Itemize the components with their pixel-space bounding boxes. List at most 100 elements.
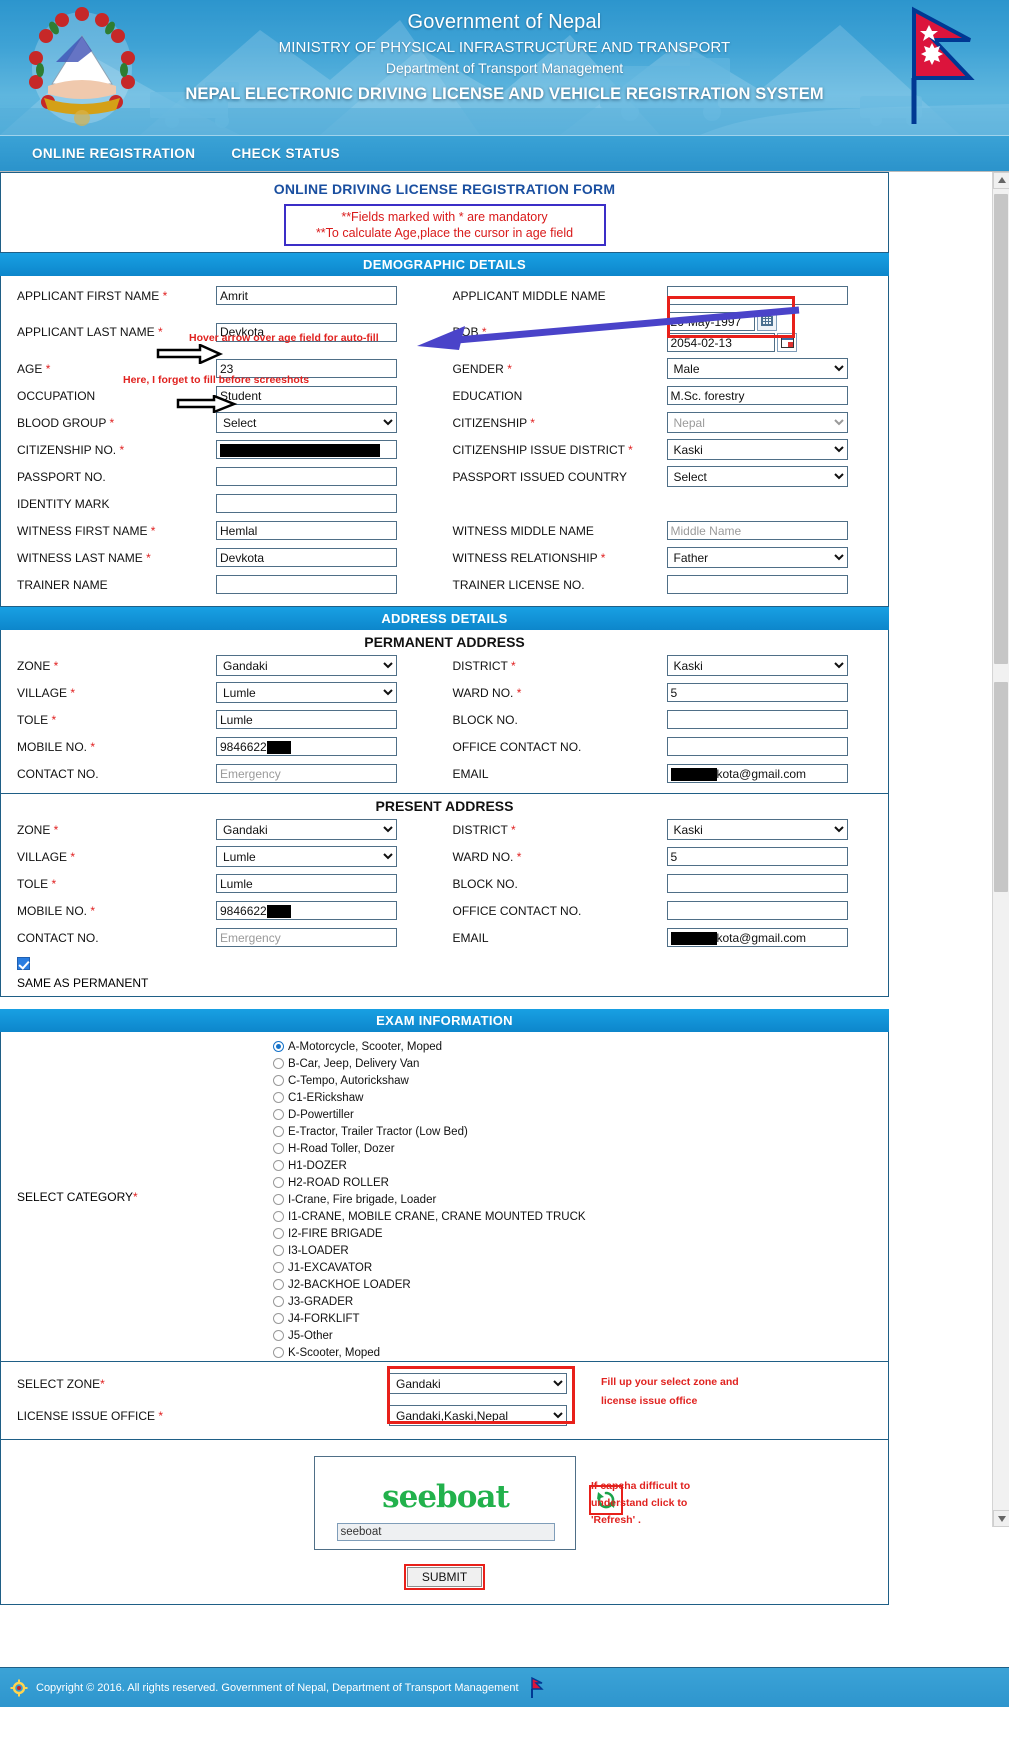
- section-header-exam: EXAM INFORMATION: [0, 1009, 889, 1032]
- category-radio-item[interactable]: I-Crane, Fire brigade, Loader: [273, 1191, 586, 1208]
- office-contact-no-input[interactable]: [666, 901, 848, 920]
- same-as-permanent-checkbox[interactable]: [17, 957, 30, 971]
- village-dropdown[interactable]: Lumle: [216, 682, 397, 703]
- applicant-first-name-input[interactable]: [216, 286, 397, 305]
- category-radio-item[interactable]: J5-Other: [273, 1327, 586, 1344]
- zone-dropdown[interactable]: Gandaki: [216, 819, 397, 840]
- district-dropdown[interactable]: Kaski: [666, 655, 848, 676]
- office-contact-no-input[interactable]: [666, 737, 848, 756]
- zone-label: ZONE *: [17, 658, 59, 673]
- ward-no-input[interactable]: [666, 683, 848, 702]
- category-radio-item[interactable]: A-Motorcycle, Scooter, Moped: [273, 1038, 586, 1055]
- radio-button-icon[interactable]: [273, 1058, 284, 1069]
- education-input[interactable]: [666, 386, 848, 405]
- email-input[interactable]: kota@gmail.com: [666, 764, 848, 783]
- category-radio-item[interactable]: I3-LOADER: [273, 1242, 586, 1259]
- right-cell: GENDER * Male: [445, 358, 889, 379]
- blood-group-dropdown[interactable]: Select: [216, 412, 397, 433]
- radio-button-icon[interactable]: [273, 1143, 284, 1154]
- scrollbar-thumb[interactable]: [994, 194, 1008, 664]
- scroll-down-arrow-icon[interactable]: [993, 1510, 1009, 1527]
- passport-no-input[interactable]: [216, 467, 397, 486]
- radio-button-icon[interactable]: [273, 1075, 284, 1086]
- trainer-name-input[interactable]: [216, 575, 397, 594]
- zone-dropdown[interactable]: Gandaki: [216, 655, 397, 676]
- radio-button-icon[interactable]: [273, 1279, 284, 1290]
- block-no-input[interactable]: [666, 874, 848, 893]
- nav-item-online-registration[interactable]: ONLINE REGISTRATION: [14, 146, 213, 161]
- email-input[interactable]: kota@gmail.com: [666, 928, 848, 947]
- radio-button-icon[interactable]: [273, 1092, 284, 1103]
- category-radio-item[interactable]: J3-GRADER: [273, 1293, 586, 1310]
- scroll-up-arrow-icon[interactable]: [993, 172, 1009, 189]
- radio-button-icon[interactable]: [273, 1296, 284, 1307]
- radio-button-icon[interactable]: [273, 1245, 284, 1256]
- witness-relationship-dropdown[interactable]: Father: [666, 547, 848, 568]
- radio-button-icon[interactable]: [273, 1177, 284, 1188]
- category-radio-item[interactable]: C1-ERickshaw: [273, 1089, 586, 1106]
- passport-issued-country-dropdown[interactable]: Select: [666, 466, 848, 487]
- vertical-scrollbar[interactable]: [992, 172, 1009, 1527]
- citizenship-dropdown[interactable]: Nepal: [666, 412, 848, 433]
- witness-first-name-input[interactable]: [216, 521, 397, 540]
- mobile-no-input[interactable]: 9846622: [216, 901, 397, 920]
- category-radio-item[interactable]: I2-FIRE BRIGADE: [273, 1225, 586, 1242]
- trainer-license-no-input[interactable]: [666, 575, 848, 594]
- occupation-input[interactable]: [216, 386, 397, 405]
- radio-button-icon[interactable]: [273, 1109, 284, 1120]
- district-dropdown[interactable]: Kaski: [666, 819, 848, 840]
- category-label: I2-FIRE BRIGADE: [288, 1227, 383, 1240]
- citizenship-no-label: CITIZENSHIP NO. *: [17, 442, 125, 457]
- right-cell: WITNESS MIDDLE NAME: [445, 521, 889, 540]
- radio-button-icon[interactable]: [273, 1313, 284, 1324]
- banner-line-government: Government of Nepal: [407, 11, 602, 33]
- radio-button-icon[interactable]: [273, 1330, 284, 1341]
- gender-label: GENDER *: [452, 361, 512, 376]
- radio-button-icon[interactable]: [273, 1126, 284, 1137]
- left-cell: IDENTITY MARK: [1, 494, 445, 513]
- category-label: I3-LOADER: [288, 1244, 349, 1257]
- category-radio-group[interactable]: A-Motorcycle, Scooter, Moped B-Car, Jeep,…: [273, 1032, 586, 1361]
- category-radio-item[interactable]: H2-ROAD ROLLER: [273, 1174, 586, 1191]
- category-radio-item[interactable]: H-Road Toller, Dozer: [273, 1140, 586, 1157]
- radio-button-icon[interactable]: [273, 1262, 284, 1273]
- category-radio-item[interactable]: B-Car, Jeep, Delivery Van: [273, 1055, 586, 1072]
- category-radio-item[interactable]: D-Powertiller: [273, 1106, 586, 1123]
- same-as-permanent-row[interactable]: SAME AS PERMANENT: [1, 951, 888, 996]
- citizenship-issue-district-dropdown[interactable]: Kaski: [666, 439, 848, 460]
- radio-button-icon[interactable]: [273, 1228, 284, 1239]
- tole-input[interactable]: [216, 710, 397, 729]
- nav-item-check-status[interactable]: CHECK STATUS: [213, 146, 358, 161]
- citizenship-no-input[interactable]: [216, 440, 397, 459]
- category-radio-item[interactable]: I1-CRANE, MOBILE CRANE, CRANE MOUNTED TR…: [273, 1208, 586, 1225]
- tole-label: TOLE *: [17, 876, 57, 891]
- tole-input[interactable]: [216, 874, 397, 893]
- category-radio-item[interactable]: H1-DOZER: [273, 1157, 586, 1174]
- block-no-input[interactable]: [666, 710, 848, 729]
- captcha-input[interactable]: [336, 1523, 555, 1541]
- category-radio-item[interactable]: C-Tempo, Autorickshaw: [273, 1072, 586, 1089]
- radio-button-icon[interactable]: [273, 1194, 284, 1205]
- scrollbar-thumb-secondary[interactable]: [994, 682, 1008, 892]
- category-radio-item[interactable]: J4-FORKLIFT: [273, 1310, 586, 1327]
- radio-button-icon[interactable]: [273, 1347, 284, 1358]
- tole-label: TOLE *: [17, 712, 57, 727]
- village-dropdown[interactable]: Lumle: [216, 846, 397, 867]
- category-label: J5-Other: [288, 1329, 333, 1342]
- witness-middle-name-input[interactable]: [666, 521, 848, 540]
- category-radio-item[interactable]: J2-BACKHOE LOADER: [273, 1276, 586, 1293]
- ward-no-input[interactable]: [666, 847, 848, 866]
- contact-no-input[interactable]: [216, 928, 397, 947]
- category-radio-item[interactable]: K-Scooter, Moped: [273, 1344, 586, 1361]
- gender-dropdown[interactable]: Male: [666, 358, 848, 379]
- identity-mark-input[interactable]: [216, 494, 397, 513]
- radio-button-icon[interactable]: [273, 1041, 284, 1052]
- category-radio-item[interactable]: J1-EXCAVATOR: [273, 1259, 586, 1276]
- witness-last-name-input[interactable]: [216, 548, 397, 567]
- category-radio-item[interactable]: E-Tractor, Trailer Tractor (Low Bed): [273, 1123, 586, 1140]
- radio-button-icon[interactable]: [273, 1160, 284, 1171]
- radio-button-icon[interactable]: [273, 1211, 284, 1222]
- submit-button[interactable]: SUBMIT: [406, 1567, 483, 1587]
- mobile-no-input[interactable]: 9846622: [216, 737, 397, 756]
- contact-no-input[interactable]: [216, 764, 397, 783]
